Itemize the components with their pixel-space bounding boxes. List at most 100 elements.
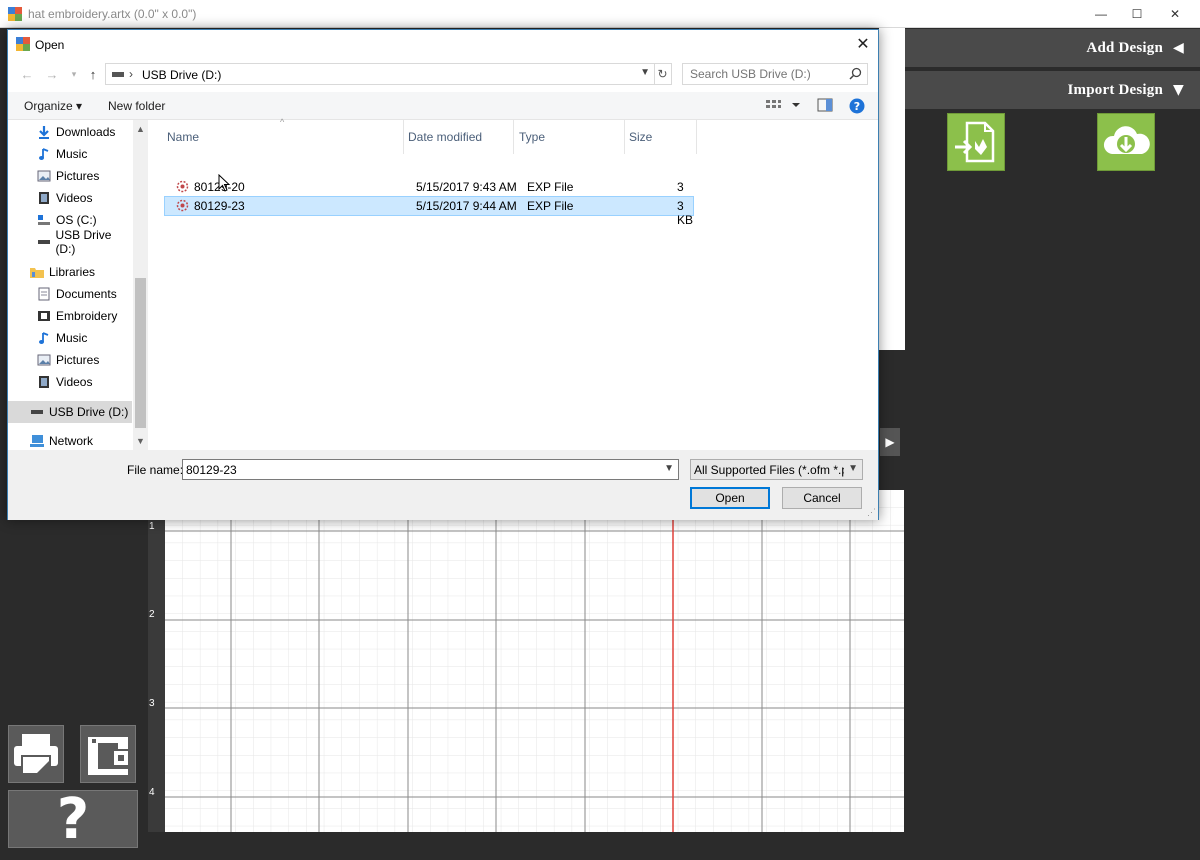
file-type-filter-value: All Supported Files (*.ofm *.pes [694, 463, 844, 477]
view-options-icon[interactable] [765, 98, 801, 112]
search-input[interactable] [683, 64, 843, 84]
nav-item-library-music[interactable]: Music [8, 327, 132, 349]
printer-icon [14, 734, 58, 775]
file-row-selected[interactable]: 80129-23 5/15/2017 9:44 AM EXP File 3 KB [164, 196, 694, 227]
panel-toggle-button[interactable]: ▶ [880, 428, 900, 456]
nav-item-label: OS (C:) [56, 213, 97, 227]
send-to-machine-button[interactable] [80, 725, 136, 783]
usb-drive-icon [112, 72, 124, 77]
import-design-label: Import Design [1067, 81, 1164, 98]
music-icon [36, 330, 52, 346]
add-design-label: Add Design [1086, 39, 1164, 56]
nav-item-usb-drive-selected[interactable]: USB Drive (D:) [8, 401, 132, 423]
nav-item-documents[interactable]: Documents [8, 283, 132, 305]
maximize-icon: ☐ [1131, 7, 1143, 21]
chevron-down-icon[interactable]: ▼ [664, 463, 674, 474]
open-button[interactable]: Open [690, 487, 770, 509]
file-type: EXP File [527, 180, 574, 194]
embroidery-file-icon [176, 199, 189, 212]
close-app-button[interactable]: ✕ [1152, 0, 1198, 28]
up-button[interactable]: ↑ [84, 65, 102, 83]
column-divider[interactable] [624, 120, 625, 154]
nav-item-label: Documents [56, 287, 117, 301]
chevron-down-icon[interactable]: ▼ [640, 67, 650, 78]
sewing-machine-icon [88, 737, 128, 775]
nav-item-music[interactable]: Music [8, 143, 132, 165]
dialog-close-button[interactable]: ✕ [848, 30, 878, 58]
back-button[interactable]: ← [18, 65, 36, 83]
preview-pane-icon[interactable] [817, 98, 833, 112]
pictures-icon [36, 168, 52, 184]
canvas-grid [165, 490, 904, 832]
help-icon[interactable]: ? [849, 98, 865, 114]
column-divider[interactable] [403, 120, 404, 154]
new-folder-button[interactable]: New folder [108, 99, 165, 113]
nav-item-usb-drive[interactable]: USB Drive (D:) [8, 228, 132, 256]
refresh-button[interactable]: ↻ [654, 63, 672, 85]
search-box[interactable] [682, 63, 868, 85]
scrollbar-thumb[interactable] [135, 278, 146, 428]
navigation-pane: Downloads Music Pictures Videos OS (C:) … [8, 120, 148, 450]
nav-item-pictures[interactable]: Pictures [8, 165, 132, 187]
nav-item-embroidery[interactable]: Embroidery [8, 305, 132, 327]
column-divider[interactable] [696, 120, 697, 154]
forward-button[interactable]: → [43, 65, 61, 83]
nav-item-label: Videos [56, 191, 93, 205]
file-size: 3 KB [677, 199, 694, 227]
import-from-file-button[interactable] [947, 113, 1005, 171]
nav-item-label: Libraries [49, 265, 96, 279]
cancel-button[interactable]: Cancel [782, 487, 862, 509]
import-design-bar[interactable]: Import Design ▼ [905, 71, 1200, 109]
breadcrumb-location[interactable]: USB Drive (D:) [142, 68, 221, 82]
print-button[interactable] [8, 725, 64, 783]
canvas-peek [879, 28, 905, 350]
nav-item-library-videos[interactable]: Videos [8, 371, 132, 393]
column-header-size[interactable]: Size [629, 130, 652, 144]
resize-grip-icon[interactable]: ⋰ [867, 507, 876, 518]
nav-item-label: Network [49, 434, 94, 448]
column-divider[interactable] [513, 120, 514, 154]
recent-locations-button[interactable]: ▾ [65, 65, 83, 83]
organize-menu[interactable]: Organize ▾ [24, 99, 82, 113]
nav-item-downloads[interactable]: Downloads [8, 121, 132, 143]
nav-item-label: Videos [56, 375, 93, 389]
file-type-filter[interactable]: All Supported Files (*.ofm *.pes ▼ [690, 459, 863, 480]
file-name-combo[interactable]: ▼ [182, 459, 679, 480]
arrow-right-icon: → [45, 66, 59, 82]
cloud-download-icon [1103, 126, 1150, 154]
file-row[interactable]: 80129-20 5/15/2017 9:43 AM EXP File 3 KB [164, 177, 694, 208]
embroidery-icon [36, 308, 52, 324]
nav-item-label: USB Drive (D:) [55, 228, 112, 256]
scroll-up-icon[interactable]: ▲ [136, 124, 145, 134]
usb-drive-icon [36, 234, 51, 250]
nav-item-label: Music [56, 147, 88, 161]
ruler-mark: 4 [149, 787, 155, 798]
scroll-down-icon[interactable]: ▼ [136, 436, 145, 446]
column-header-name[interactable]: Name [167, 130, 199, 144]
file-name-input[interactable] [183, 460, 653, 479]
nav-item-library-pictures[interactable]: Pictures [8, 349, 132, 371]
add-design-bar[interactable]: Add Design ◀ [905, 29, 1200, 67]
app-logo-icon [16, 37, 30, 51]
import-from-cloud-button[interactable] [1097, 113, 1155, 171]
minimize-icon: — [1095, 7, 1107, 21]
nav-item-libraries[interactable]: Libraries [8, 261, 132, 283]
embroidery-file-icon [176, 180, 189, 193]
close-icon: ✕ [1169, 7, 1181, 21]
documents-icon [36, 286, 52, 302]
drive-icon [36, 212, 52, 228]
file-date: 5/15/2017 9:43 AM [416, 180, 517, 194]
address-bar[interactable]: › USB Drive (D:) ▼ [105, 63, 655, 85]
libraries-icon [29, 264, 45, 280]
help-button[interactable]: ? [8, 787, 138, 852]
column-header-date-modified[interactable]: Date modified [408, 130, 482, 144]
pictures-icon [36, 352, 52, 368]
nav-scrollbar[interactable]: ▲ ▼ [133, 120, 148, 450]
column-header-type[interactable]: Type [519, 130, 545, 144]
nav-item-videos[interactable]: Videos [8, 187, 132, 209]
collapse-left-icon: ◀ [1173, 40, 1184, 56]
nav-item-network[interactable]: Network [8, 430, 132, 450]
videos-icon [36, 374, 52, 390]
ruler-mark: 3 [149, 698, 155, 709]
videos-icon [36, 190, 52, 206]
